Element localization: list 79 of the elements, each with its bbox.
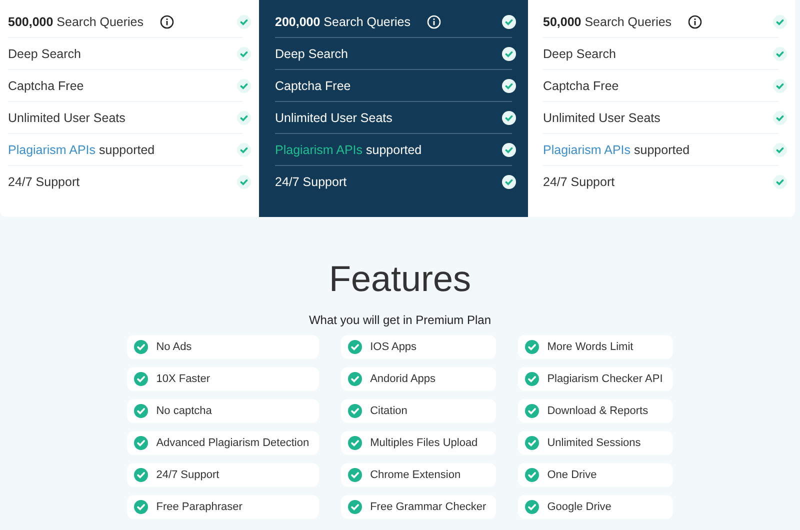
api-link[interactable]: Plagiarism APIs bbox=[543, 142, 631, 156]
check-icon bbox=[134, 372, 148, 386]
feature-pill: Download & Reports bbox=[518, 399, 673, 423]
check-icon bbox=[237, 174, 251, 188]
feature-pill: No captcha bbox=[127, 399, 320, 423]
feature-text: 24/7 Support bbox=[543, 174, 615, 188]
info-icon[interactable] bbox=[688, 14, 702, 28]
check-icon bbox=[502, 78, 516, 92]
feature-text: Captcha Free bbox=[275, 78, 351, 92]
check-icon bbox=[348, 340, 362, 354]
feature-pill: Unlimited Sessions bbox=[518, 431, 673, 455]
check-icon bbox=[237, 78, 251, 92]
feature-pill: IOS Apps bbox=[341, 335, 496, 359]
check-icon bbox=[237, 14, 251, 28]
feature-pill: More Words Limit bbox=[518, 335, 673, 359]
feature-text: Unlimited User Seats bbox=[8, 110, 126, 124]
check-icon bbox=[237, 110, 251, 124]
check-icon bbox=[502, 142, 516, 156]
check-icon bbox=[525, 404, 540, 418]
info-icon[interactable] bbox=[160, 14, 174, 28]
check-icon bbox=[502, 110, 516, 124]
feature-pill: 24/7 Support bbox=[127, 463, 320, 487]
check-icon bbox=[134, 404, 148, 418]
check-icon bbox=[502, 174, 516, 188]
check-icon bbox=[348, 500, 362, 514]
feature-text: 24/7 Support bbox=[8, 174, 80, 188]
check-icon bbox=[237, 142, 251, 156]
feature-pill: No Ads bbox=[127, 335, 320, 359]
check-icon bbox=[348, 436, 362, 450]
feature-text: Deep Search bbox=[8, 46, 81, 60]
feature-pill: Plagiarism Checker API bbox=[518, 367, 673, 391]
check-icon bbox=[348, 404, 362, 418]
check-icon bbox=[773, 110, 787, 124]
feature-pill: Free Grammar Checker bbox=[341, 495, 496, 519]
feature-pill: One Drive bbox=[518, 463, 673, 487]
check-icon bbox=[134, 340, 148, 354]
feature-pill: Free Paraphraser bbox=[127, 495, 320, 519]
check-icon bbox=[525, 468, 540, 482]
feature-pill: Multiples Files Upload bbox=[341, 431, 496, 455]
check-icon bbox=[134, 500, 148, 514]
check-icon bbox=[348, 468, 362, 482]
feature-text: Plagiarism APIs supported bbox=[8, 142, 155, 156]
check-icon bbox=[502, 14, 516, 28]
check-icon bbox=[134, 436, 148, 450]
feature-text: Captcha Free bbox=[543, 78, 619, 92]
feature-text: Plagiarism APIs supported bbox=[275, 142, 422, 156]
feature-pill: Chrome Extension bbox=[341, 463, 496, 487]
feature-pill: Citation bbox=[341, 399, 496, 423]
check-icon bbox=[525, 436, 540, 450]
feature-text: Unlimited User Seats bbox=[543, 110, 660, 124]
feature-text: Deep Search bbox=[275, 46, 348, 60]
section-subtitle: What you will get in Premium Plan bbox=[308, 313, 492, 327]
check-icon bbox=[773, 78, 787, 92]
check-icon bbox=[134, 468, 148, 482]
check-icon bbox=[502, 46, 516, 60]
feature-pill: Advanced Plagiarism Detection bbox=[127, 431, 320, 455]
check-icon bbox=[525, 500, 540, 514]
section-title: Features bbox=[328, 259, 472, 299]
feature-text: 200,000 Search Queries bbox=[275, 14, 411, 28]
api-link[interactable]: Plagiarism APIs bbox=[8, 142, 96, 156]
feature-pill: Google Drive bbox=[518, 495, 673, 519]
feature-text: Deep Search bbox=[543, 46, 616, 60]
check-icon bbox=[773, 46, 787, 60]
feature-text: 50,000 Search Queries bbox=[543, 14, 672, 28]
api-link[interactable]: Plagiarism APIs bbox=[275, 142, 363, 156]
check-icon bbox=[773, 14, 787, 28]
check-icon bbox=[525, 372, 540, 386]
feature-pill: Andorid Apps bbox=[341, 367, 496, 391]
check-icon bbox=[525, 340, 540, 354]
feature-text: Captcha Free bbox=[8, 78, 84, 92]
feature-text: Unlimited User Seats bbox=[275, 110, 392, 124]
check-icon bbox=[773, 174, 787, 188]
check-icon bbox=[773, 142, 787, 156]
feature-text: 24/7 Support bbox=[275, 174, 347, 188]
feature-text: 500,000 Search Queries bbox=[8, 14, 144, 28]
check-icon bbox=[237, 46, 251, 60]
feature-text: Plagiarism APIs supported bbox=[543, 142, 690, 156]
check-icon bbox=[348, 372, 362, 386]
feature-pill: 10X Faster bbox=[127, 367, 320, 391]
